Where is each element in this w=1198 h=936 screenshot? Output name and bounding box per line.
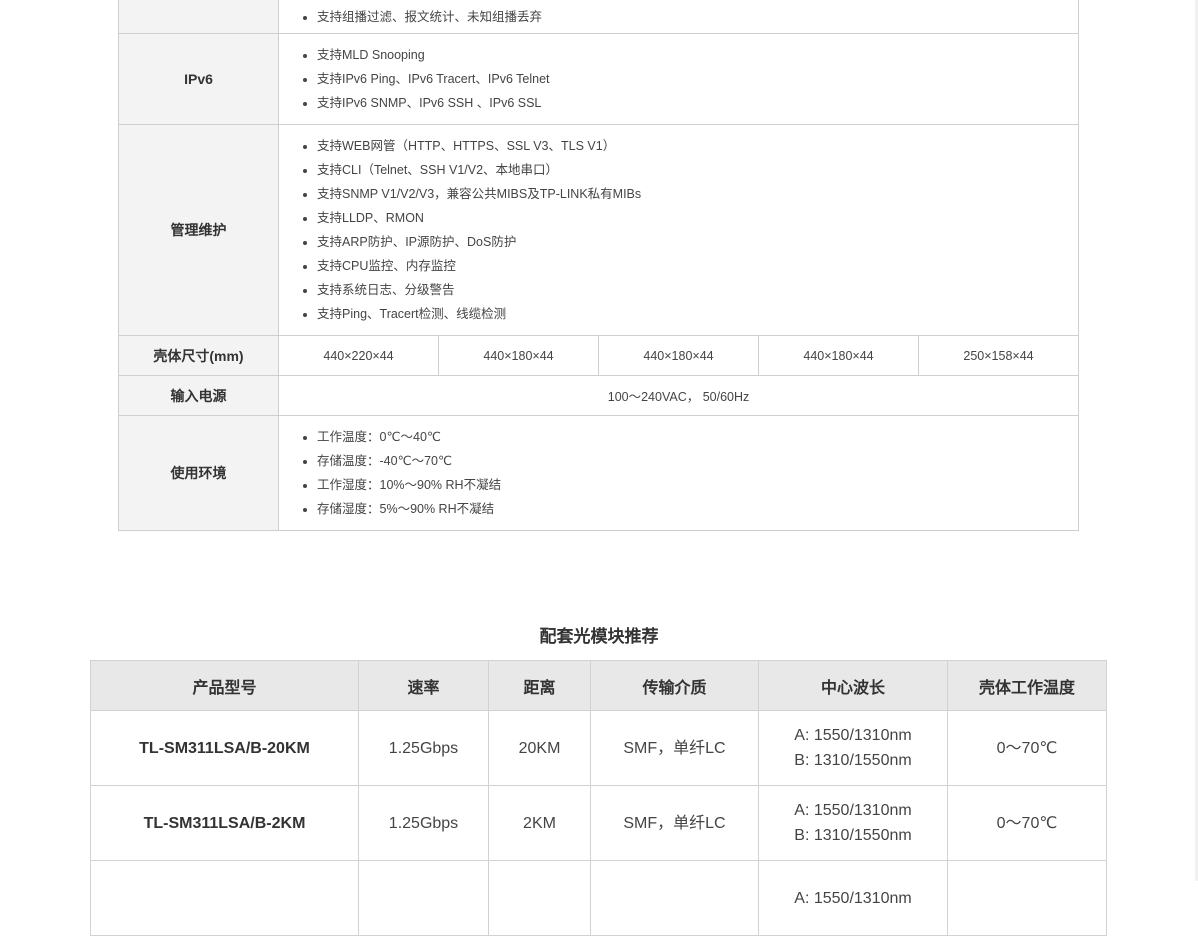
list-item: 工作温度：0℃～40℃ <box>317 425 1078 449</box>
header-rate: 速率 <box>358 660 489 711</box>
cell-temperature: 0～70℃ <box>947 710 1107 786</box>
wavelength-a: A: 1550/1310nm <box>794 889 912 907</box>
cell-wavelength: A: 1550/1310nm B: 1310/1550nm <box>758 785 948 861</box>
spec-label-multicast <box>118 0 279 34</box>
ipv6-list: 支持MLD Snooping 支持IPv6 Ping、IPv6 Tracert、… <box>279 43 1078 115</box>
spec-row-multicast: 支持组播过滤、报文统计、未知组播丢弃 <box>118 0 1080 34</box>
cell-distance <box>488 860 591 936</box>
spec-label-management: 管理维护 <box>118 124 279 336</box>
list-item: 支持ARP防护、IP源防护、DoS防护 <box>317 230 1078 254</box>
cell-model: TL-SM311LSA/B-20KM <box>90 710 359 786</box>
spec-row-ipv6: IPv6 支持MLD Snooping 支持IPv6 Ping、IPv6 Tra… <box>118 33 1080 125</box>
optical-module-title: 配套光模块推荐 <box>539 627 659 646</box>
table-header-row: 产品型号 速率 距离 传输介质 中心波长 壳体工作温度 <box>90 660 1107 711</box>
cell-model <box>90 860 359 936</box>
list-item: 支持IPv6 Ping、IPv6 Tracert、IPv6 Telnet <box>317 67 1078 91</box>
spec-label-dimensions: 壳体尺寸(mm) <box>118 335 279 376</box>
header-wavelength: 中心波长 <box>758 660 948 711</box>
spec-label-power: 输入电源 <box>118 375 279 416</box>
table-row: TL-SM311LSA/B-2KM 1.25Gbps 2KM SMF，单纤LC … <box>90 785 1107 861</box>
cell-wavelength: A: 1550/1310nm <box>758 860 948 936</box>
cell-model: TL-SM311LSA/B-2KM <box>90 785 359 861</box>
cell-medium: SMF，单纤LC <box>590 785 759 861</box>
spec-row-management: 管理维护 支持WEB网管（HTTP、HTTPS、SSL V3、TLS V1） 支… <box>118 124 1080 336</box>
wavelength-a: A: 1550/1310nm <box>794 727 912 744</box>
cell-temperature <box>947 860 1107 936</box>
spec-table: 支持组播过滤、报文统计、未知组播丢弃 IPv6 支持MLD Snooping 支… <box>118 0 1080 531</box>
list-item: 支持系统日志、分级警告 <box>317 278 1078 302</box>
list-item: 支持MLD Snooping <box>317 43 1078 67</box>
dimension-value: 250×158×44 <box>917 335 1080 376</box>
header-temperature: 壳体工作温度 <box>947 660 1107 711</box>
power-value: 100～240VAC， 50/60Hz <box>277 375 1080 416</box>
cell-distance: 20KM <box>488 710 591 786</box>
cell-medium: SMF，单纤LC <box>590 710 759 786</box>
multicast-list: 支持组播过滤、报文统计、未知组播丢弃 <box>279 5 1078 29</box>
list-item: 工作湿度：10%～90% RH不凝结 <box>317 473 1078 497</box>
cell-rate: 1.25Gbps <box>358 785 489 861</box>
environment-list: 工作温度：0℃～40℃ 存储温度：-40℃～70℃ 工作湿度：10%～90% R… <box>279 425 1078 521</box>
wavelength-a: A: 1550/1310nm <box>794 802 912 819</box>
spec-label-ipv6: IPv6 <box>118 33 279 125</box>
table-row: TL-SM311LSA/B-20KM 1.25Gbps 20KM SMF，单纤L… <box>90 710 1107 786</box>
list-item: 支持CLI（Telnet、SSH V1/V2、本地串口） <box>317 158 1078 182</box>
list-item: 支持LLDP、RMON <box>317 206 1078 230</box>
spec-label-environment: 使用环境 <box>118 415 279 531</box>
dimension-value: 440×180×44 <box>758 335 919 376</box>
dimension-value: 440×180×44 <box>598 335 759 376</box>
spec-row-dimensions: 壳体尺寸(mm) 440×220×44 440×180×44 440×180×4… <box>118 335 1080 376</box>
list-item: 支持WEB网管（HTTP、HTTPS、SSL V3、TLS V1） <box>317 134 1078 158</box>
list-item: 存储温度：-40℃～70℃ <box>317 449 1078 473</box>
spec-row-environment: 使用环境 工作温度：0℃～40℃ 存储温度：-40℃～70℃ 工作湿度：10%～… <box>118 415 1080 531</box>
spec-value-environment: 工作温度：0℃～40℃ 存储温度：-40℃～70℃ 工作湿度：10%～90% R… <box>277 415 1080 531</box>
spec-value-management: 支持WEB网管（HTTP、HTTPS、SSL V3、TLS V1） 支持CLI（… <box>277 124 1080 336</box>
list-item: 支持IPv6 SNMP、IPv6 SSH 、IPv6 SSL <box>317 91 1078 115</box>
spec-value-multicast: 支持组播过滤、报文统计、未知组播丢弃 <box>277 0 1080 34</box>
cell-rate <box>358 860 489 936</box>
optical-module-table: 产品型号 速率 距离 传输介质 中心波长 壳体工作温度 TL-SM311LSA/… <box>90 660 1107 936</box>
list-item: 支持SNMP V1/V2/V3，兼容公共MIBS及TP-LINK私有MIBs <box>317 182 1078 206</box>
header-distance: 距离 <box>488 660 591 711</box>
dimension-value: 440×220×44 <box>278 335 439 376</box>
management-list: 支持WEB网管（HTTP、HTTPS、SSL V3、TLS V1） 支持CLI（… <box>279 134 1078 326</box>
header-medium: 传输介质 <box>590 660 759 711</box>
spec-value-ipv6: 支持MLD Snooping 支持IPv6 Ping、IPv6 Tracert、… <box>277 33 1080 125</box>
wavelength-b: B: 1310/1550nm <box>794 752 912 769</box>
list-item: 存储湿度：5%～90% RH不凝结 <box>317 497 1078 521</box>
header-model: 产品型号 <box>90 660 359 711</box>
dimension-value: 440×180×44 <box>438 335 599 376</box>
list-item: 支持组播过滤、报文统计、未知组播丢弃 <box>317 5 1078 29</box>
cell-rate: 1.25Gbps <box>358 710 489 786</box>
cell-distance: 2KM <box>488 785 591 861</box>
table-row: A: 1550/1310nm <box>90 860 1107 936</box>
cell-wavelength: A: 1550/1310nm B: 1310/1550nm <box>758 710 948 786</box>
cell-temperature: 0～70℃ <box>947 785 1107 861</box>
list-item: 支持Ping、Tracert检测、线缆检测 <box>317 302 1078 326</box>
cell-medium <box>590 860 759 936</box>
list-item: 支持CPU监控、内存监控 <box>317 254 1078 278</box>
wavelength-b: B: 1310/1550nm <box>794 827 912 844</box>
spec-row-power: 输入电源 100～240VAC， 50/60Hz <box>118 375 1080 416</box>
